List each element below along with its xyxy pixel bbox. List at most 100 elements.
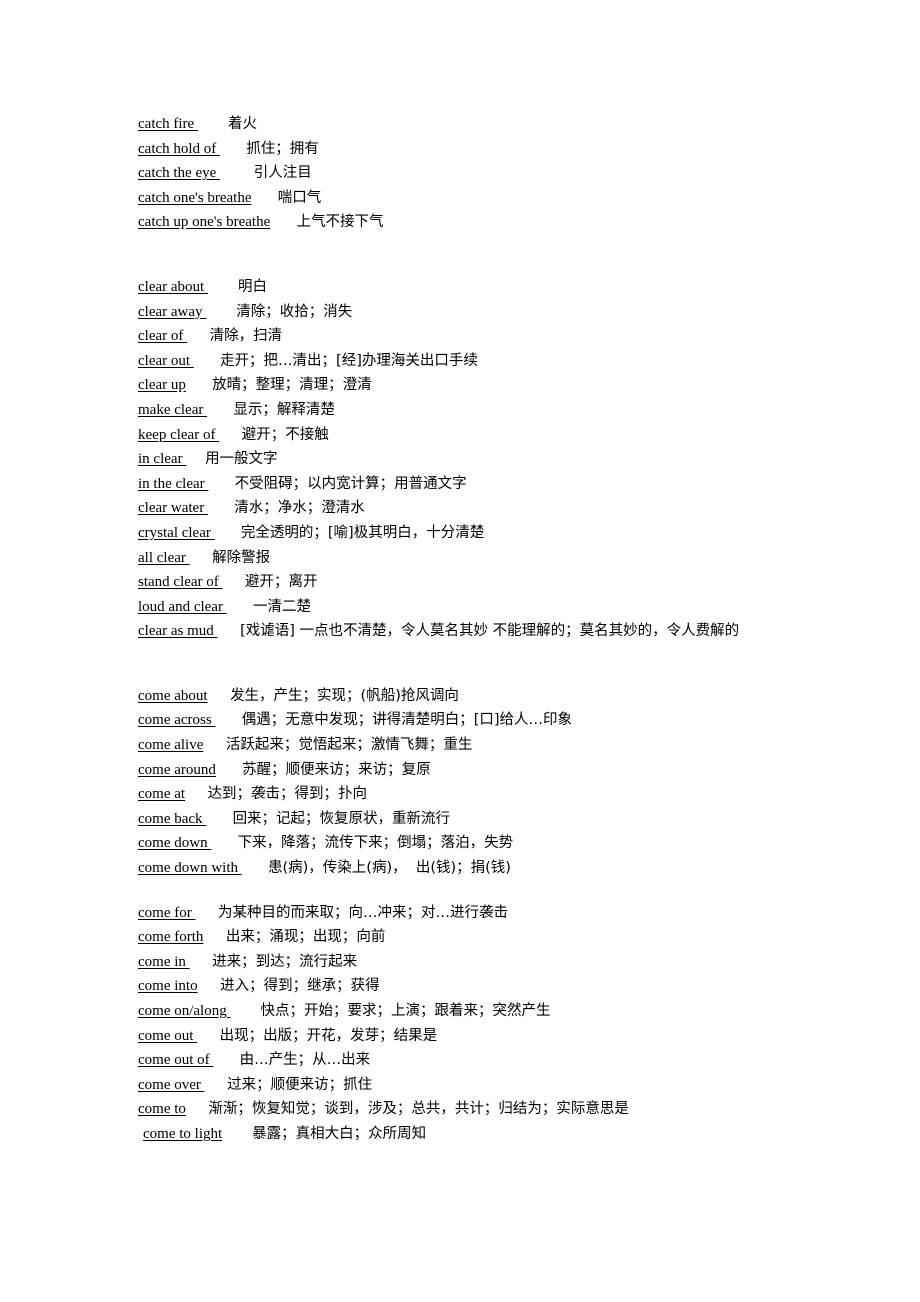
- phrase-entry: clear up 放晴；整理；清理；澄清: [138, 373, 860, 398]
- phrase-entry: come down with 患(病)，传染上(病)， 出(钱)；捐(钱): [138, 856, 860, 881]
- phrase-term: come back: [138, 810, 207, 827]
- phrase-term: clear out: [138, 352, 194, 369]
- phrase-term: catch up one's breathe: [138, 214, 271, 231]
- phrase-gap: [222, 1126, 252, 1142]
- phrase-definition: 达到；袭击；得到；扑向: [207, 786, 368, 803]
- phrase-entry: come over 过来；顺便来访；抓住: [138, 1073, 860, 1098]
- phrase-definition: 活跃起来；觉悟起来；激情飞舞；重生: [225, 737, 473, 754]
- phrase-gap: [208, 688, 231, 704]
- phrase-term: in clear: [138, 451, 187, 468]
- phrase-term: clear away: [138, 303, 207, 320]
- phrase-term: keep clear of: [138, 426, 220, 443]
- phrase-definition: 进来；到达；流行起来: [212, 953, 358, 970]
- phrase-gap: [186, 451, 205, 467]
- phrase-definition: 回来；记起；恢复原状，重新流行: [232, 810, 451, 827]
- phrase-definition: 由…产生；从…出来: [239, 1052, 371, 1069]
- phrase-entry: clear away 清除；收拾；消失: [138, 300, 860, 325]
- phrase-term: come out of: [138, 1052, 214, 1069]
- phrase-definition: 快点；开始；要求；上演；跟着来；突然产生: [260, 1003, 551, 1019]
- phrase-term: come to: [138, 1101, 186, 1118]
- phrase-gap: [251, 190, 277, 206]
- phrase-term: come over: [138, 1076, 205, 1093]
- phrase-definition: 明白: [237, 278, 267, 295]
- phrase-definition: 走开；把…清出；[经]办理海关出口手续: [220, 352, 478, 369]
- phrase-term: come out: [138, 1027, 198, 1044]
- phrase-term: all clear: [138, 549, 190, 566]
- phrase-term: come forth: [138, 929, 204, 946]
- phrase-term: come in: [138, 953, 190, 970]
- phrase-gap: [220, 141, 246, 157]
- phrase-term: come into: [138, 978, 198, 995]
- phrase-entry: catch fire 着火: [138, 112, 860, 137]
- phrase-gap: [194, 353, 220, 369]
- phrase-gap: [215, 712, 241, 728]
- phrase-entry: stand clear of 避开；离开: [138, 570, 860, 595]
- phrase-gap: [207, 402, 233, 418]
- phrase-entry: come on/along 快点；开始；要求；上演；跟着来；突然产生: [138, 999, 860, 1024]
- phrase-term: come down with: [138, 860, 242, 877]
- phrase-entry: come back 回来；记起；恢复原状，重新流行: [138, 807, 860, 832]
- phrase-gap: [230, 1003, 260, 1019]
- phrase-gap: [213, 1052, 239, 1068]
- phrase-definition: [戏谑语] 一点也不清楚，令人莫名其妙 不能理解的；莫名其妙的，令人费解的: [240, 623, 740, 640]
- phrase-term: come to light: [143, 1125, 223, 1142]
- phrase-term: clear water: [138, 500, 208, 517]
- phrase-entry: make clear 显示；解释清楚: [138, 398, 860, 423]
- phrase-term: clear up: [138, 377, 186, 394]
- phrase-term: in the clear: [138, 475, 209, 492]
- phrase-definition: 清水；净水；澄清水: [234, 500, 365, 517]
- phrase-gap: [208, 476, 234, 492]
- phrase-entry: catch the eye 引人注目: [138, 161, 860, 186]
- phrase-term: clear about: [138, 278, 208, 295]
- phrase-entry: come to 渐渐；恢复知觉；谈到，涉及；总共，共计；归结为；实际意思是: [138, 1097, 860, 1122]
- phrase-gap: [190, 954, 213, 970]
- phrase-entry: in clear 用一般文字: [138, 447, 860, 472]
- phrase-definition: 显示；解释清楚: [233, 401, 335, 418]
- phrase-definition: 偶遇；无意中发现；讲得清楚明白；[口]给人…印象: [241, 712, 573, 729]
- phrase-term: crystal clear: [138, 524, 215, 541]
- phrase-gap: [227, 599, 253, 615]
- phrase-definition: 苏醒；顺便来访；来访；复原: [242, 761, 431, 778]
- phrase-definition: 引人注目: [253, 165, 312, 182]
- phrase-entry: come into 进入；得到；继承；获得: [138, 974, 860, 999]
- phrase-definition: 出来；涌现；出现；向前: [225, 929, 386, 946]
- phrase-gap: [242, 860, 268, 876]
- phrase-term: clear as mud: [138, 623, 218, 640]
- phrase-definition: 渐渐；恢复知觉；谈到，涉及；总共，共计；归结为；实际意思是: [208, 1101, 629, 1118]
- phrase-entry: come at 达到；袭击；得到；扑向: [138, 782, 860, 807]
- phrase-entry: come down 下来，降落；流传下来；倒塌；落泊，失势: [138, 831, 860, 856]
- phrase-entry: come for 为某种目的而来取；向…冲来；对…进行袭击: [138, 901, 860, 926]
- phrase-gap: [205, 1077, 228, 1093]
- phrase-gap: [216, 762, 242, 778]
- phrase-gap: [197, 1028, 220, 1044]
- phrase-term: clear of: [138, 328, 188, 345]
- phrase-entry: clear out 走开；把…清出；[经]办理海关出口手续: [138, 349, 860, 374]
- phrase-gap: [187, 328, 210, 344]
- phrase-blocks-container: catch fire 着火 catch hold of 抓住；拥有 catch th…: [138, 112, 860, 1147]
- phrase-entry: clear of 清除，扫清: [138, 324, 860, 349]
- phrase-gap: [198, 978, 221, 994]
- phrase-gap: [215, 525, 241, 541]
- phrase-entry: crystal clear 完全透明的；[喻]极其明白，十分清楚: [138, 521, 860, 546]
- phrase-gap: [206, 811, 232, 827]
- phrase-definition: 出现；出版；开花，发芽；结果是: [219, 1027, 438, 1044]
- phrase-entry: all clear 解除警报: [138, 546, 860, 571]
- phrase-entry: catch up one's breathe 上气不接下气: [138, 210, 860, 235]
- phrase-definition: 抓住；拥有: [246, 140, 319, 157]
- phrase-block-catch: catch fire 着火 catch hold of 抓住；拥有 catch th…: [138, 112, 860, 235]
- phrase-term: catch the eye: [138, 165, 221, 182]
- phrase-term: come around: [138, 761, 216, 778]
- phrase-entry: keep clear of 避开；不接触: [138, 423, 860, 448]
- phrase-gap: [203, 737, 226, 753]
- phrase-definition: 清除，扫清: [209, 328, 283, 345]
- phrase-entry: clear about 明白: [138, 275, 860, 300]
- phrase-entry: come alive 活跃起来；觉悟起来；激情飞舞；重生: [138, 733, 860, 758]
- phrase-definition: 避开；离开: [245, 574, 318, 591]
- phrase-entry: come across 偶遇；无意中发现；讲得清楚明白；[口]给人…印象: [138, 708, 860, 733]
- phrase-term: come across: [138, 712, 216, 729]
- phrase-gap: [185, 786, 208, 802]
- phrase-entry: come forth 出来；涌现；出现；向前: [138, 925, 860, 950]
- phrase-term: loud and clear: [138, 598, 227, 615]
- phrase-definition: 一清二楚: [252, 598, 311, 615]
- phrase-definition: 患(病)，传染上(病)， 出(钱)；捐(钱): [267, 860, 511, 877]
